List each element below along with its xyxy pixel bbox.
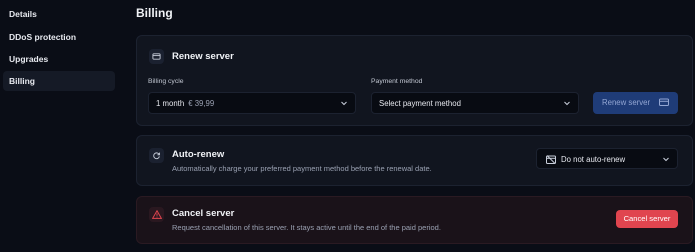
sidebar-item-billing[interactable]: Billing <box>3 71 115 91</box>
sidebar: Details DDoS protection Upgrades Billing <box>0 0 122 252</box>
payment-method-select[interactable]: Select payment method <box>371 92 579 114</box>
payment-method-label: Payment method <box>371 78 423 85</box>
chevron-down-icon <box>340 99 348 109</box>
sidebar-item-upgrades[interactable]: Upgrades <box>3 49 115 69</box>
chevron-down-icon <box>662 155 670 165</box>
billing-cycle-value: 1 month <box>156 99 185 108</box>
auto-renew-select[interactable]: Do not auto-renew <box>536 148 678 169</box>
cancel-server-title: Cancel server <box>172 208 235 219</box>
billing-cycle-label: Billing cycle <box>148 78 184 85</box>
cancel-server-description: Request cancellation of this server. It … <box>172 223 441 232</box>
auto-renew-select-value: Do not auto-renew <box>561 155 626 164</box>
card-payment-icon <box>659 98 669 109</box>
billing-cycle-price: € 39,99 <box>188 99 215 108</box>
warning-icon <box>149 207 164 222</box>
renew-server-button-label: Renew server <box>602 98 651 107</box>
billing-cycle-select[interactable]: 1 month € 39,99 <box>148 92 356 114</box>
cancel-server-card <box>136 196 693 244</box>
chevron-down-icon <box>563 99 571 109</box>
refresh-icon <box>149 148 164 163</box>
sidebar-item-ddos-protection[interactable]: DDoS protection <box>3 27 115 47</box>
sidebar-item-details[interactable]: Details <box>3 4 115 24</box>
auto-renew-description: Automatically charge your preferred paym… <box>172 164 432 173</box>
cancel-server-button[interactable]: Cancel server <box>616 210 678 228</box>
renew-server-button[interactable]: Renew server <box>593 92 678 114</box>
page-title: Billing <box>136 6 173 20</box>
auto-renew-title: Auto-renew <box>172 149 225 160</box>
renew-server-title: Renew server <box>172 51 234 62</box>
calendar-off-icon <box>546 155 556 166</box>
card-payment-icon <box>149 49 164 64</box>
payment-method-value: Select payment method <box>379 99 461 108</box>
